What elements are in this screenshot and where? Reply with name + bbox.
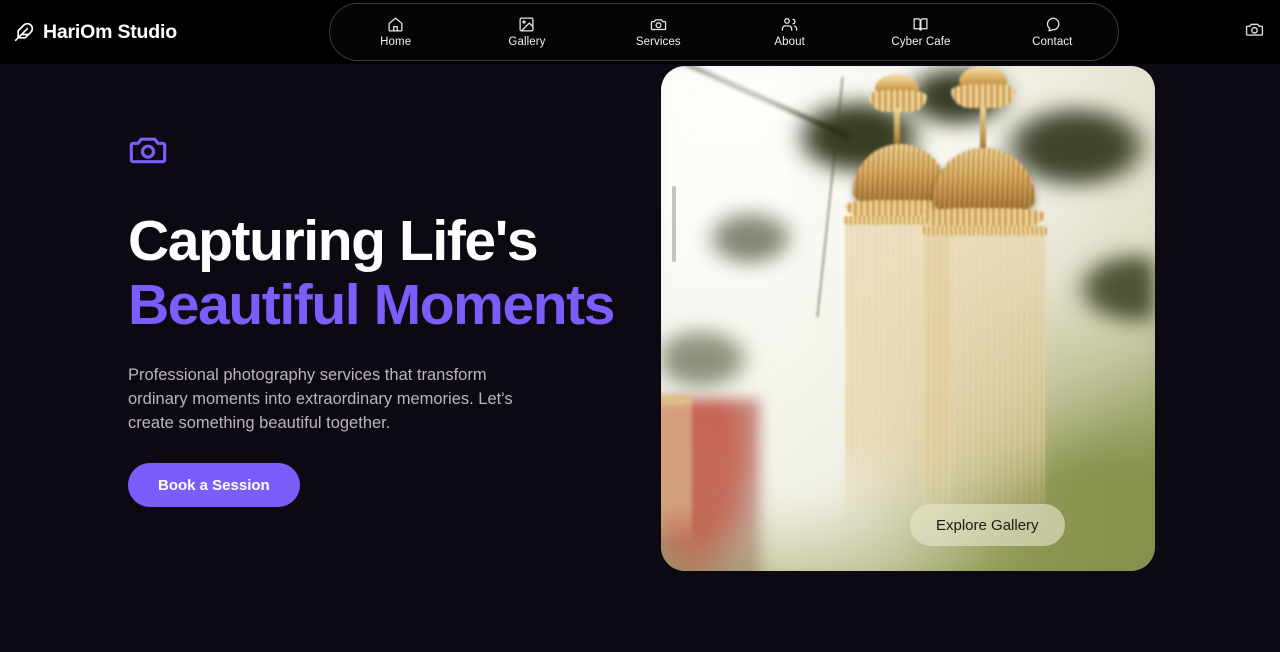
site-header: HariOm Studio Home Gallery Services Abou… <box>0 0 1280 64</box>
camera-icon <box>1245 20 1264 44</box>
nav-item-gallery[interactable]: Gallery <box>473 16 581 48</box>
nav-item-services[interactable]: Services <box>604 16 712 48</box>
book-icon <box>912 16 929 33</box>
ornament-right <box>919 66 1051 546</box>
users-icon <box>781 16 798 33</box>
image-icon <box>518 16 535 33</box>
camera-icon <box>650 16 667 33</box>
hero-title-line-1: Capturing Life's <box>128 209 539 273</box>
hero-description: Professional photography services that t… <box>128 365 513 432</box>
brand-logo[interactable]: HariOm Studio <box>14 0 177 64</box>
header-camera-button[interactable] <box>1245 0 1264 64</box>
nav-label-gallery: Gallery <box>508 36 546 48</box>
hero-title-line-2: Beautiful Moments <box>128 272 615 337</box>
brand-name: HariOm Studio <box>43 20 177 43</box>
nav-label-home: Home <box>380 36 412 48</box>
nav-label-services: Services <box>635 36 681 48</box>
hero-content: Capturing Life's Beautiful Moments Profe… <box>128 130 648 508</box>
nav-item-contact[interactable]: Contact <box>998 16 1106 48</box>
message-icon <box>1044 16 1061 33</box>
ornament-edge <box>661 396 697 556</box>
hero-section: Capturing Life's Beautiful Moments Profe… <box>0 64 1280 652</box>
main-navigation: Home Gallery Services About Cyber Cafe C… <box>329 3 1119 61</box>
nav-item-cyber-cafe[interactable]: Cyber Cafe <box>867 16 975 48</box>
home-icon <box>387 16 404 33</box>
explore-gallery-button[interactable]: Explore Gallery <box>910 504 1065 546</box>
camera-icon <box>128 130 168 170</box>
photo-left-highlight <box>661 66 790 359</box>
nav-label-contact: Contact <box>1032 36 1073 48</box>
nav-item-about[interactable]: About <box>736 16 844 48</box>
nav-item-home[interactable]: Home <box>342 16 450 48</box>
nav-label-about: About <box>774 36 805 48</box>
book-session-button[interactable]: Book a Session <box>128 463 300 508</box>
feather-icon <box>14 22 34 42</box>
nav-label-cyber-cafe: Cyber Cafe <box>891 36 951 48</box>
image-scrollbar[interactable] <box>672 186 676 262</box>
hero-image: Explore Gallery <box>661 66 1155 571</box>
page-title: Capturing Life's Beautiful Moments <box>128 209 648 338</box>
